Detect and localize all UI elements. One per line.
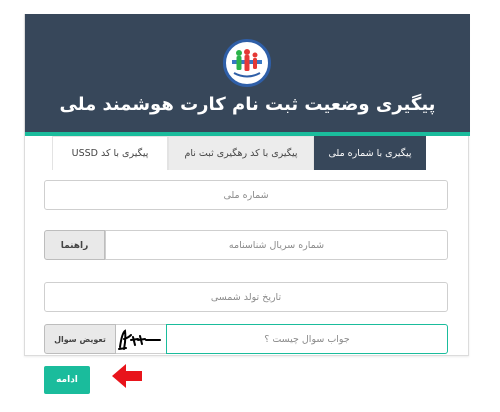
header: پیگیری وضعیت ثبت نام کارت هوشمند ملی — [25, 14, 470, 132]
tab-ussd-code[interactable]: پیگیری با کد USSD — [52, 136, 168, 170]
tracking-tabs: پیگیری با شماره ملی پیگیری با کد رهگیری … — [52, 136, 426, 170]
page-title: پیگیری وضعیت ثبت نام کارت هوشمند ملی — [59, 94, 436, 115]
national-registry-logo-icon — [223, 39, 271, 87]
captcha-image — [116, 324, 166, 354]
captcha-answer-input[interactable] — [166, 324, 448, 354]
national-code-input[interactable] — [44, 180, 448, 210]
tab-tracking-code[interactable]: پیگیری با کد رهگیری ثبت نام — [168, 136, 314, 170]
birthdate-input[interactable] — [44, 282, 448, 312]
serial-number-input[interactable] — [105, 230, 448, 260]
red-arrow-icon — [110, 362, 144, 394]
tab-national-code[interactable]: پیگیری با شماره ملی — [314, 136, 426, 170]
change-question-button[interactable]: تعویض سوال — [44, 324, 116, 354]
continue-button[interactable]: ادامه — [44, 366, 90, 394]
guide-button[interactable]: راهنما — [44, 230, 105, 260]
